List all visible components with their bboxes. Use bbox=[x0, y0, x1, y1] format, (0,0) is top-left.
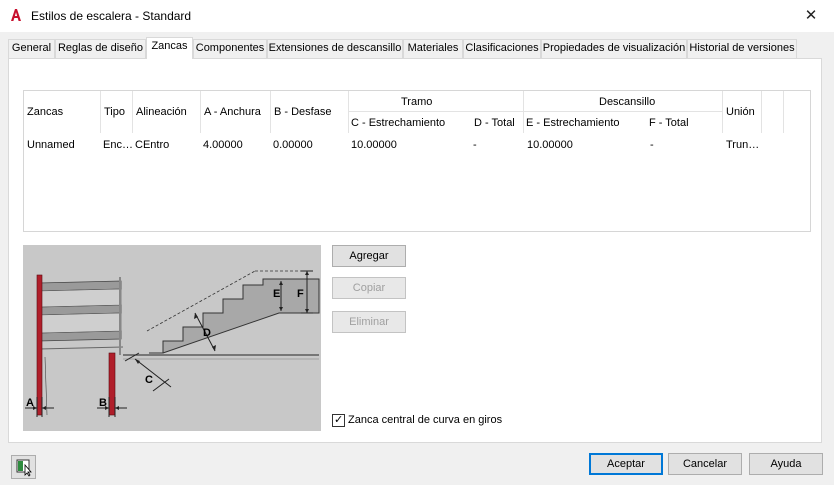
dim-label-a: A bbox=[26, 397, 34, 409]
delete-button[interactable]: Eliminar bbox=[332, 311, 406, 333]
zancas-grid[interactable]: Tramo Descansillo Zancas Tipo Alineación… bbox=[23, 90, 811, 232]
window-title: Estilos de escalera - Standard bbox=[31, 9, 192, 23]
column-header-c-estrechamiento[interactable]: C - Estrechamiento bbox=[351, 117, 445, 129]
column-header-b-desfase[interactable]: B - Desfase bbox=[274, 106, 331, 118]
tab-componentes[interactable]: Componentes bbox=[193, 39, 267, 58]
dim-label-e: E bbox=[273, 288, 280, 300]
tab-clasificaciones[interactable]: Clasificaciones bbox=[463, 39, 541, 58]
autocad-logo-icon bbox=[9, 8, 23, 22]
column-header-alineacion[interactable]: Alineación bbox=[136, 106, 187, 118]
add-button[interactable]: Agregar bbox=[332, 245, 406, 267]
cell-f-total[interactable]: - bbox=[650, 139, 654, 151]
accept-button[interactable]: Aceptar bbox=[589, 453, 663, 475]
tab-historial-de-versiones[interactable]: Historial de versiones bbox=[687, 39, 797, 58]
dim-label-f: F bbox=[297, 288, 304, 300]
close-button[interactable]: ✕ bbox=[788, 0, 834, 32]
column-divider bbox=[761, 91, 762, 133]
column-divider bbox=[722, 91, 723, 133]
column-header-a-anchura[interactable]: A - Anchura bbox=[204, 106, 261, 118]
column-header-e-estrechamiento[interactable]: E - Estrechamiento bbox=[526, 117, 620, 129]
style-display-toggle-button[interactable] bbox=[11, 455, 36, 479]
column-header-tipo[interactable]: Tipo bbox=[104, 106, 125, 118]
group-header-tramo: Tramo bbox=[401, 96, 433, 108]
dim-label-b: B bbox=[99, 397, 107, 409]
column-header-f-total[interactable]: F - Total bbox=[649, 117, 689, 129]
zancas-tab-panel: Tramo Descansillo Zancas Tipo Alineación… bbox=[8, 58, 822, 443]
help-button[interactable]: Ayuda bbox=[749, 453, 823, 475]
cell-zancas[interactable]: Unnamed bbox=[27, 139, 75, 151]
cell-b-desfase[interactable]: 0.00000 bbox=[273, 139, 313, 151]
group-header-descansillo: Descansillo bbox=[599, 96, 656, 108]
cell-tipo[interactable]: Enc… bbox=[103, 139, 133, 151]
cancel-button[interactable]: Cancelar bbox=[668, 453, 742, 475]
column-divider bbox=[783, 91, 784, 133]
stringer-diagram: A B D C E F bbox=[23, 245, 321, 431]
column-header-d-total[interactable]: D - Total bbox=[474, 117, 515, 129]
central-curve-stringer-checkbox[interactable]: ✓ bbox=[332, 414, 345, 427]
central-curve-stringer-label: Zanca central de curva en giros bbox=[348, 414, 503, 426]
column-divider bbox=[100, 91, 101, 133]
title-bar: Estilos de escalera - Standard ✕ bbox=[0, 0, 834, 32]
cell-union[interactable]: Trun… bbox=[726, 139, 759, 151]
tab-materiales[interactable]: Materiales bbox=[403, 39, 463, 58]
column-header-zancas[interactable]: Zancas bbox=[27, 106, 63, 118]
column-divider bbox=[200, 91, 201, 133]
tab-general[interactable]: General bbox=[8, 39, 55, 58]
tab-propiedades-de-visualizacion[interactable]: Propiedades de visualización bbox=[541, 39, 687, 58]
dim-label-c: C bbox=[145, 374, 153, 386]
copy-button[interactable]: Copiar bbox=[332, 277, 406, 299]
tab-extensiones-de-descansillo[interactable]: Extensiones de descansillo bbox=[267, 39, 403, 58]
tab-reglas-de-diseno[interactable]: Reglas de diseño bbox=[55, 39, 146, 58]
column-divider bbox=[270, 91, 271, 133]
column-header-union[interactable]: Unión bbox=[726, 106, 755, 118]
column-divider bbox=[348, 91, 349, 133]
group-header-divider bbox=[348, 111, 722, 112]
display-settings-icon bbox=[16, 459, 32, 477]
column-divider bbox=[132, 91, 133, 133]
stair-stringer-illustration: A B D C E F bbox=[25, 270, 320, 417]
checkmark-icon: ✓ bbox=[334, 414, 344, 426]
close-icon: ✕ bbox=[804, 7, 818, 24]
cell-a-anchura[interactable]: 4.00000 bbox=[203, 139, 243, 151]
column-divider bbox=[523, 91, 524, 133]
cell-d-total[interactable]: - bbox=[473, 139, 477, 151]
cell-alineacion[interactable]: CEntro bbox=[135, 139, 169, 151]
cell-c-estrechamiento[interactable]: 10.00000 bbox=[351, 139, 397, 151]
tab-zancas[interactable]: Zancas bbox=[146, 37, 193, 59]
dim-label-d: D bbox=[203, 327, 211, 339]
cell-e-estrechamiento[interactable]: 10.00000 bbox=[527, 139, 573, 151]
